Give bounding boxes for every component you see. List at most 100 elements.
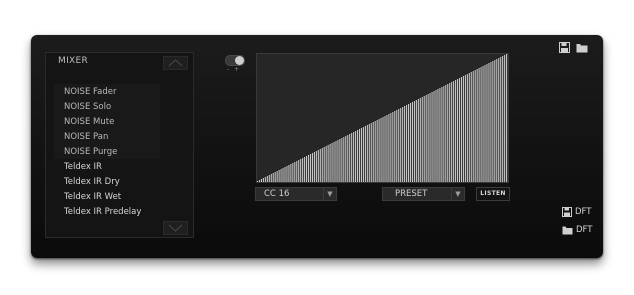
curve-bar — [341, 138, 343, 182]
curve-bar — [433, 91, 435, 182]
scroll-up-button[interactable] — [163, 56, 188, 70]
curve-bar — [288, 165, 290, 182]
list-item[interactable]: NOISE Mute — [64, 117, 114, 127]
list-item[interactable]: Teldex IR Predelay — [64, 207, 141, 217]
curve-bar — [257, 181, 259, 182]
curve-bar — [439, 88, 441, 182]
save-button[interactable] — [559, 38, 570, 57]
curve-bar — [370, 123, 372, 182]
curve-bar — [419, 98, 421, 182]
curve-bar — [460, 77, 463, 182]
toggle-knob — [235, 56, 244, 65]
curve-bar — [260, 179, 262, 182]
curve-bar — [296, 161, 298, 182]
curve-bar — [435, 90, 437, 182]
preset-dropdown-value: PRESET — [395, 189, 428, 199]
curve-bar — [470, 72, 472, 182]
curve-bar — [490, 62, 492, 182]
save-default-label: DFT — [575, 207, 592, 217]
curve-bar — [360, 128, 363, 182]
curve-bar — [315, 151, 317, 182]
list-item[interactable]: Teldex IR Wet — [64, 192, 121, 202]
curve-bar — [333, 142, 335, 182]
curve-bar — [431, 92, 433, 182]
enable-toggle[interactable] — [225, 55, 245, 66]
curve-bar — [368, 124, 370, 182]
save-icon — [562, 207, 572, 217]
mixer-title: MIXER — [58, 56, 89, 66]
curve-bar — [480, 67, 482, 182]
curve-graph[interactable] — [256, 53, 509, 183]
curve-bar — [355, 131, 357, 182]
curve-bar — [270, 174, 272, 182]
curve-bar — [304, 157, 306, 182]
curve-bar — [502, 56, 504, 182]
curve-bar — [298, 160, 300, 182]
list-item[interactable]: Teldex IR — [64, 162, 102, 172]
curve-bar — [468, 73, 470, 182]
load-default-button[interactable]: DFT — [562, 225, 592, 235]
curve-bar — [415, 100, 417, 182]
list-item[interactable]: NOISE Fader — [64, 87, 116, 97]
curve-bar — [472, 71, 474, 182]
curve-bar — [380, 118, 382, 182]
open-button[interactable] — [576, 38, 588, 57]
save-default-button[interactable]: DFT — [562, 207, 591, 217]
curve-bar — [272, 173, 274, 182]
curve-bar — [488, 63, 490, 182]
curve-bar — [313, 152, 315, 182]
toggle-marks: -+ — [227, 66, 244, 73]
curve-bar — [429, 93, 431, 182]
curve-bar — [262, 178, 264, 182]
curve-bar — [494, 60, 496, 182]
listen-button[interactable]: LISTEN — [476, 187, 510, 201]
curve-bar — [486, 64, 488, 182]
curve-bar — [455, 80, 457, 182]
curve-bar — [317, 150, 319, 182]
curve-bar — [290, 164, 292, 182]
curve-bar — [294, 162, 296, 182]
curve-bar — [307, 155, 310, 182]
curve-bar — [384, 116, 386, 182]
curve-bar — [482, 66, 484, 182]
curve-bar — [280, 169, 282, 182]
curve-bar — [378, 119, 380, 182]
curve-bar — [411, 102, 413, 182]
list-item[interactable]: NOISE Purge — [64, 147, 117, 157]
curve-bar — [284, 167, 286, 182]
curve-bar — [392, 112, 394, 182]
list-item[interactable]: NOISE Pan — [64, 132, 108, 142]
curve-bar — [351, 133, 353, 182]
list-item[interactable]: Teldex IR Dry — [64, 177, 120, 187]
curve-bar — [337, 140, 339, 182]
curve-bar — [492, 61, 494, 182]
curve-bar — [474, 70, 476, 182]
cc-dropdown[interactable]: CC 16 ▼ — [255, 187, 337, 201]
curve-bar — [498, 58, 500, 182]
curve-bar — [347, 135, 349, 182]
curve-bar — [300, 159, 302, 182]
curve-bar — [398, 109, 400, 182]
curve-bar — [484, 65, 486, 182]
curve-bar — [306, 156, 308, 182]
curve-bar — [319, 149, 321, 182]
curve-bar — [453, 81, 455, 182]
curve-bar — [478, 68, 480, 182]
curve-bar — [500, 57, 502, 182]
curve-bar — [339, 139, 341, 182]
curve-bar — [274, 172, 276, 182]
list-item[interactable]: NOISE Solo — [64, 102, 111, 112]
curve-bar — [329, 144, 331, 182]
curve-bar — [358, 129, 361, 182]
curve-bar — [345, 136, 347, 182]
curve-svg — [257, 54, 508, 182]
curve-bar — [458, 78, 461, 182]
curve-bar — [457, 79, 459, 182]
curve-bar — [331, 143, 333, 182]
curve-bar — [421, 97, 423, 182]
preset-dropdown[interactable]: PRESET ▼ — [382, 187, 465, 201]
curve-bar — [464, 75, 466, 182]
folder-icon — [576, 44, 588, 53]
scroll-down-button[interactable] — [163, 221, 188, 235]
curve-bar — [376, 120, 378, 182]
